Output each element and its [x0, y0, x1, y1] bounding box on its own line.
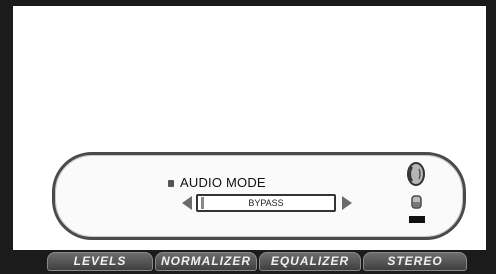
lock-icon[interactable] — [409, 194, 425, 224]
tab-levels[interactable]: LEVELS — [47, 252, 153, 271]
audio-mode-label: AUDIO MODE — [180, 175, 266, 190]
tab-normalizer[interactable]: NORMALIZER — [155, 252, 257, 271]
previous-arrow-icon[interactable] — [182, 196, 192, 210]
frame-right — [486, 0, 496, 274]
next-arrow-icon[interactable] — [342, 196, 352, 210]
tab-stereo[interactable]: STEREO — [363, 252, 467, 271]
speaker-head-icon[interactable] — [406, 161, 426, 187]
mode-indicator-dot — [168, 180, 174, 187]
audio-mode-selector[interactable]: BYPASS — [182, 194, 352, 212]
tab-equalizer[interactable]: EQUALIZER — [259, 252, 361, 271]
frame-left — [0, 0, 13, 274]
audio-mode-value[interactable]: BYPASS — [196, 194, 336, 212]
tab-bar: LEVELS NORMALIZER EQUALIZER STEREO — [47, 252, 467, 271]
